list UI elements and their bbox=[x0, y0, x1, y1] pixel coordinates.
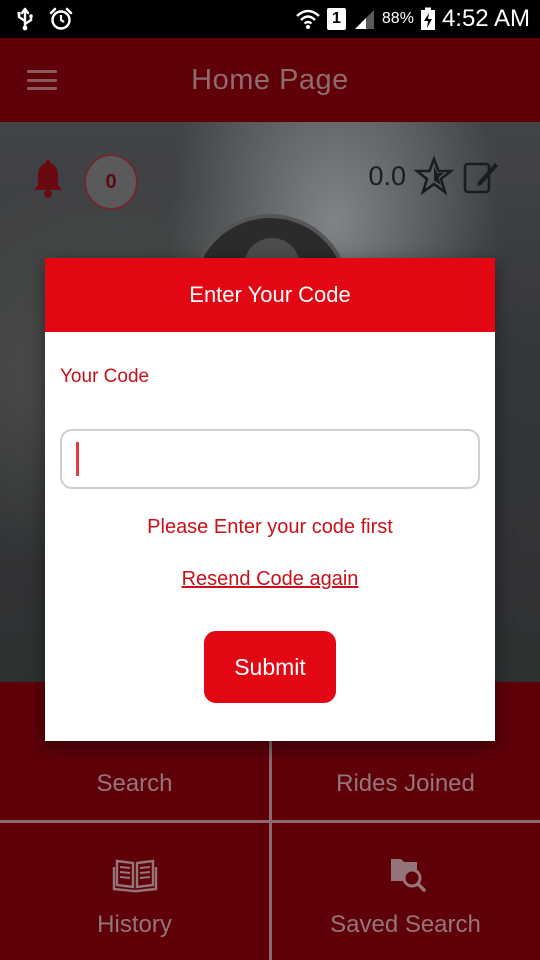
status-time: 4:52 AM bbox=[441, 5, 530, 32]
tile-search-label: Search bbox=[96, 770, 173, 797]
tile-saved-search-label: Saved Search bbox=[330, 911, 481, 938]
grid-divider-horizontal bbox=[0, 820, 540, 823]
page-title: Home Page bbox=[191, 63, 349, 96]
sim-indicator: 1 bbox=[326, 8, 346, 30]
status-left bbox=[14, 7, 74, 31]
status-bar: 1 88% 4:52 AM bbox=[0, 0, 540, 38]
dialog-title: Enter Your Code bbox=[45, 258, 495, 332]
tile-history-label: History bbox=[97, 911, 172, 938]
hamburger-menu-icon[interactable] bbox=[27, 70, 57, 90]
code-input[interactable] bbox=[60, 429, 480, 489]
edit-icon[interactable] bbox=[462, 157, 500, 195]
tile-rides-joined-label: Rides Joined bbox=[336, 770, 475, 797]
star-icon bbox=[414, 156, 454, 196]
wifi-icon bbox=[296, 9, 320, 29]
submit-button[interactable]: Submit bbox=[204, 631, 336, 703]
usb-icon bbox=[17, 7, 33, 31]
status-right: 1 88% 4:52 AM bbox=[295, 5, 530, 33]
battery-charging-icon bbox=[420, 7, 435, 30]
notification-count: 0 bbox=[84, 154, 138, 210]
tile-history[interactable]: History bbox=[0, 823, 269, 960]
bell-icon bbox=[34, 160, 62, 198]
enter-code-dialog: Enter Your Code Your Code Please Enter y… bbox=[45, 258, 495, 741]
battery-percent: 88% bbox=[381, 10, 414, 27]
saved-search-icon bbox=[390, 859, 426, 892]
text-cursor bbox=[76, 442, 79, 476]
notification-button[interactable]: 0 bbox=[28, 154, 138, 210]
rating-area: 0.0 bbox=[368, 156, 500, 196]
code-field-label: Your Code bbox=[60, 366, 150, 387]
signal-icon bbox=[354, 10, 374, 29]
rating-value: 0.0 bbox=[368, 160, 406, 191]
resend-code-link[interactable]: Resend Code again bbox=[45, 568, 495, 591]
history-icon bbox=[112, 859, 157, 893]
tile-saved-search[interactable]: Saved Search bbox=[271, 823, 540, 960]
error-message: Please Enter your code first bbox=[147, 516, 393, 538]
alarm-icon bbox=[49, 7, 73, 30]
app-bar: Home Page bbox=[0, 38, 540, 122]
